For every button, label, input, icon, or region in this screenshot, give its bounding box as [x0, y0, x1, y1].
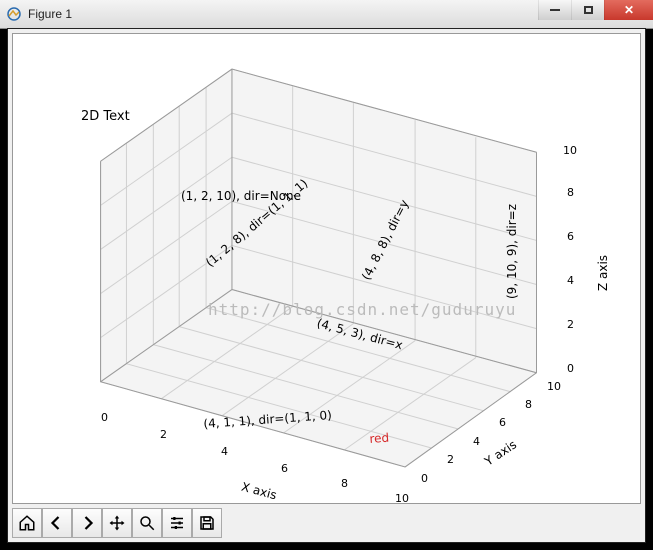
forward-button[interactable]	[72, 508, 102, 538]
zoom-button[interactable]	[132, 508, 162, 538]
sliders-icon	[168, 514, 186, 532]
z-axis-label: Z axis	[596, 255, 610, 291]
window: Figure 1 .grid { stroke:#d0d0d0; stroke-…	[0, 0, 653, 550]
pan-button[interactable]	[102, 508, 132, 538]
home-icon	[18, 514, 36, 532]
annotation-red: red	[369, 431, 390, 446]
y-tick: 2	[447, 453, 454, 466]
zoom-icon	[138, 514, 156, 532]
move-icon	[108, 514, 126, 532]
y-tick: 0	[421, 472, 428, 485]
configure-button[interactable]	[162, 508, 192, 538]
home-button[interactable]	[12, 508, 42, 538]
z-tick: 10	[563, 144, 577, 157]
x-tick: 4	[221, 445, 228, 458]
save-icon	[198, 514, 216, 532]
x-tick: 6	[281, 462, 288, 475]
titlebar[interactable]: Figure 1	[0, 0, 653, 29]
close-button[interactable]	[604, 0, 653, 20]
z-tick: 8	[567, 186, 574, 199]
z-tick: 2	[567, 318, 574, 331]
y-tick: 6	[499, 416, 506, 429]
y-tick: 4	[473, 435, 480, 448]
x-tick: 10	[395, 492, 409, 505]
annotation: (9, 10, 9), dir=z	[505, 204, 519, 299]
z-tick: 0	[567, 362, 574, 375]
z-tick: 6	[567, 230, 574, 243]
x-tick: 8	[341, 477, 348, 490]
arrow-left-icon	[48, 514, 66, 532]
maximize-button[interactable]	[571, 0, 604, 20]
x-tick: 2	[160, 428, 167, 441]
y-tick: 10	[547, 380, 561, 393]
plot-canvas[interactable]: .grid { stroke:#d0d0d0; stroke-width:1; …	[12, 33, 641, 504]
save-button[interactable]	[192, 508, 222, 538]
client-area: .grid { stroke:#d0d0d0; stroke-width:1; …	[7, 28, 646, 543]
watermark: http://blog.csdn.net/guduruyu	[208, 300, 516, 319]
window-buttons	[538, 0, 653, 20]
toolbar	[12, 508, 222, 538]
back-button[interactable]	[42, 508, 72, 538]
text2d-label: 2D Text	[81, 109, 130, 124]
minimize-button[interactable]	[538, 0, 571, 20]
axes-3d: .grid { stroke:#d0d0d0; stroke-width:1; …	[13, 34, 640, 503]
z-tick: 4	[567, 274, 574, 287]
app-icon	[6, 6, 22, 22]
arrow-right-icon	[78, 514, 96, 532]
y-tick: 8	[525, 398, 532, 411]
x-tick: 0	[101, 411, 108, 424]
